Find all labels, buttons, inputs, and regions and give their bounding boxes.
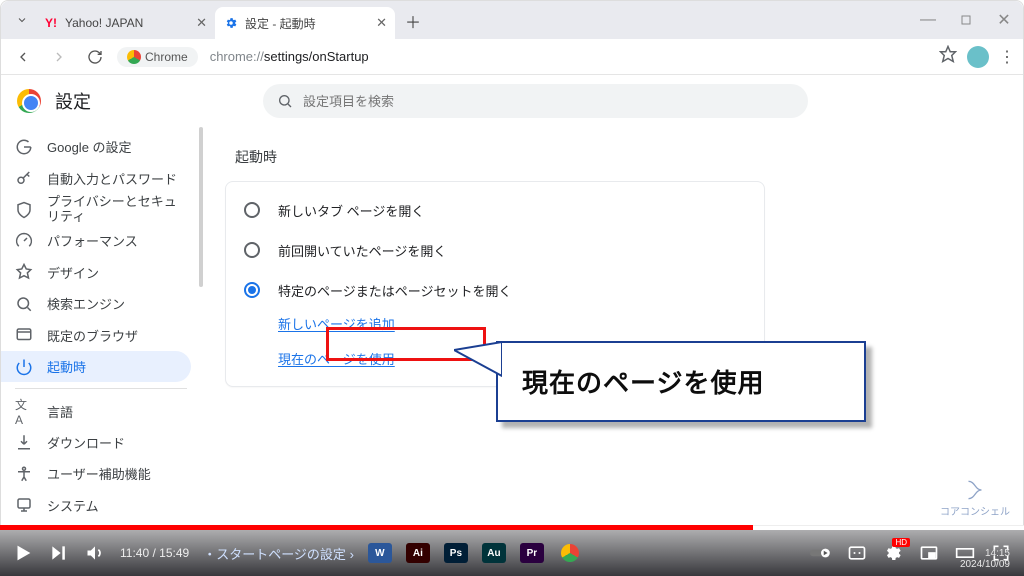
audition-icon[interactable]: Au: [482, 543, 506, 563]
gear-icon: [223, 15, 239, 31]
chrome-logo-icon: [17, 89, 41, 113]
bookmark-star-icon[interactable]: [939, 45, 957, 68]
divider: [15, 388, 187, 389]
settings-gear-button[interactable]: HD: [882, 542, 904, 564]
tab-settings[interactable]: 設定 - 起動時 ✕: [215, 7, 395, 39]
chrome-taskbar-icon[interactable]: [558, 543, 582, 563]
minimize-button[interactable]: —: [909, 1, 947, 39]
play-button[interactable]: [12, 542, 34, 564]
sidebar-item-default-browser[interactable]: 既定のブラウザ: [1, 320, 191, 351]
radio-icon: [244, 282, 260, 298]
hd-badge: HD: [892, 538, 910, 547]
video-time: 11:40 / 15:49: [120, 546, 189, 560]
settings-header: 設定: [1, 75, 1023, 127]
browser-icon: [15, 326, 33, 344]
option-new-tab[interactable]: 新しいタブ ページを開く: [226, 190, 764, 230]
reload-button[interactable]: [81, 43, 109, 71]
add-new-page-link[interactable]: 新しいページを追加: [226, 310, 764, 337]
tabs-dropdown-icon[interactable]: [9, 7, 35, 33]
back-button[interactable]: [9, 43, 37, 71]
accessibility-icon: [15, 465, 33, 483]
site-identity-chip[interactable]: Chrome: [117, 47, 198, 67]
callout-bubble: 現在のページを使用: [496, 341, 866, 422]
premiere-icon[interactable]: Pr: [520, 543, 544, 563]
sidebar-item-autofill[interactable]: 自動入力とパスワード: [1, 162, 191, 193]
sidebar-item-languages[interactable]: 文A言語: [1, 395, 191, 426]
captions-button[interactable]: [846, 542, 868, 564]
tab-label: 設定 - 起動時: [245, 15, 316, 32]
url-text[interactable]: chrome://settings/onStartup: [206, 49, 931, 64]
window-close-button[interactable]: ✕: [985, 1, 1023, 39]
sidebar-item-privacy[interactable]: プライバシーとセキュリティ: [1, 194, 191, 225]
sidebar-item-google[interactable]: Google の設定: [1, 131, 191, 162]
yahoo-favicon: Y!: [43, 15, 59, 31]
callout-text: 現在のページを使用: [522, 363, 840, 400]
autoplay-toggle[interactable]: [810, 542, 832, 564]
miniplayer-button[interactable]: [918, 542, 940, 564]
chip-label: Chrome: [145, 50, 188, 64]
settings-title: 設定: [55, 88, 91, 114]
shield-icon: [15, 201, 33, 219]
search-icon: [15, 295, 33, 313]
illustrator-icon[interactable]: Ai: [406, 543, 430, 563]
sidebar-item-system[interactable]: システム: [1, 490, 191, 521]
radio-icon: [244, 202, 260, 218]
forward-button[interactable]: [45, 43, 73, 71]
sidebar-item-on-startup[interactable]: 起動時: [1, 351, 191, 382]
tab-yahoo[interactable]: Y! Yahoo! JAPAN ✕: [35, 7, 215, 39]
scrollbar[interactable]: [199, 127, 203, 287]
photoshop-icon[interactable]: Ps: [444, 543, 468, 563]
speedometer-icon: [15, 232, 33, 250]
more-menu-icon[interactable]: ⋮: [999, 47, 1015, 67]
address-bar: Chrome chrome://settings/onStartup ⋮: [1, 39, 1023, 75]
translate-icon: 文A: [15, 402, 33, 420]
word-icon[interactable]: W: [368, 543, 392, 563]
profile-avatar[interactable]: [967, 46, 989, 68]
section-title: 起動時: [235, 147, 999, 167]
settings-content: 起動時 新しいタブ ページを開く 前回開いていたページを開く 特定のページまたは…: [201, 127, 1023, 525]
search-icon: [277, 93, 293, 109]
sidebar-item-appearance[interactable]: デザイン: [1, 257, 191, 288]
sidebar-item-search-engine[interactable]: 検索エンジン: [1, 288, 191, 319]
system-clock: 14:15 2024/10/09: [960, 548, 1010, 570]
search-input[interactable]: [303, 94, 794, 109]
close-icon[interactable]: ✕: [196, 15, 207, 31]
sidebar-item-performance[interactable]: パフォーマンス: [1, 225, 191, 256]
tab-label: Yahoo! JAPAN: [65, 16, 143, 30]
new-tab-button[interactable]: ＋: [399, 7, 427, 35]
video-controls: 11:40 / 15:49 ・スタートページの設定 › W Ai Ps Au P…: [0, 530, 1024, 576]
chrome-icon: [127, 50, 141, 64]
google-g-icon: [15, 138, 33, 156]
sidebar-item-accessibility[interactable]: ユーザー補助機能: [1, 458, 191, 489]
next-button[interactable]: [48, 542, 70, 564]
sidebar-item-downloads[interactable]: ダウンロード: [1, 427, 191, 458]
appearance-icon: [15, 263, 33, 281]
option-specific-pages[interactable]: 特定のページまたはページセットを開く: [226, 270, 764, 310]
power-icon: [15, 358, 33, 376]
close-icon[interactable]: ✕: [376, 15, 387, 31]
download-icon: [15, 433, 33, 451]
system-icon: [15, 496, 33, 514]
option-continue[interactable]: 前回開いていたページを開く: [226, 230, 764, 270]
browser-tabstrip: Y! Yahoo! JAPAN ✕ 設定 - 起動時 ✕ ＋ — ✕: [1, 1, 1023, 39]
maximize-button[interactable]: [947, 1, 985, 39]
video-chapter[interactable]: ・スタートページの設定 ›: [203, 544, 354, 563]
radio-icon: [244, 242, 260, 258]
volume-button[interactable]: [84, 542, 106, 564]
settings-sidebar: Google の設定 自動入力とパスワード プライバシーとセキュリティ パフォー…: [1, 127, 201, 525]
settings-search[interactable]: [263, 84, 808, 118]
key-icon: [15, 169, 33, 187]
